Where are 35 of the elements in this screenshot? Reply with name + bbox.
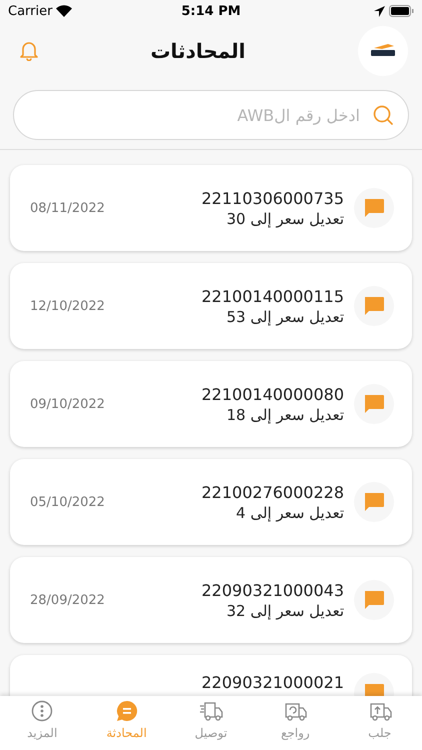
awb-number: 22110306000735 [201,188,344,208]
conversation-date: 05/10/2022 [30,494,105,510]
awb-number: 22100276000228 [201,482,344,502]
awb-number: 22100140000115 [201,286,344,306]
search-icon [372,104,394,126]
conversation-subject: تعديل سعر إلى 53 [226,308,344,326]
conversation-subject: تعديل سعر إلى 32 [226,602,344,620]
conversation-subject: تعديل سعر إلى 30 [226,210,344,228]
location-arrow-icon [374,6,385,16]
conversation-card[interactable]: 22090321000021 [10,655,412,696]
message-icon [363,491,385,513]
bell-icon[interactable] [20,41,38,61]
clock-time: 5:14 PM [181,4,241,18]
conversation-date: 09/10/2022 [30,396,105,412]
message-icon [363,197,385,219]
battery-icon [388,5,414,17]
awb-number: 22100140000080 [201,384,344,404]
wifi-icon [56,5,72,17]
conversation-date: 12/10/2022 [30,298,105,314]
conversation-subject: تعديل سعر إلى 4 [236,504,344,522]
chat-icon [116,700,138,722]
awb-number: 22090321000021 [201,673,344,692]
conversation-subject: تعديل سعر إلى 18 [226,406,344,424]
message-icon [363,393,385,415]
message-icon [363,589,385,611]
search-field[interactable]: ادخل رقم الAWB [28,104,362,126]
conversation-date: 28/09/2022 [30,592,105,608]
conversation-date: 08/11/2022 [30,200,105,216]
page-title: المحادثات [150,39,246,63]
more-icon [31,700,54,722]
truck-icon [198,700,223,722]
awb-number: 22090321000043 [201,580,344,600]
message-icon [363,295,385,317]
carrier-label: Carrier [8,4,52,18]
search-bar[interactable]: ادخل رقم الAWB [13,90,409,140]
